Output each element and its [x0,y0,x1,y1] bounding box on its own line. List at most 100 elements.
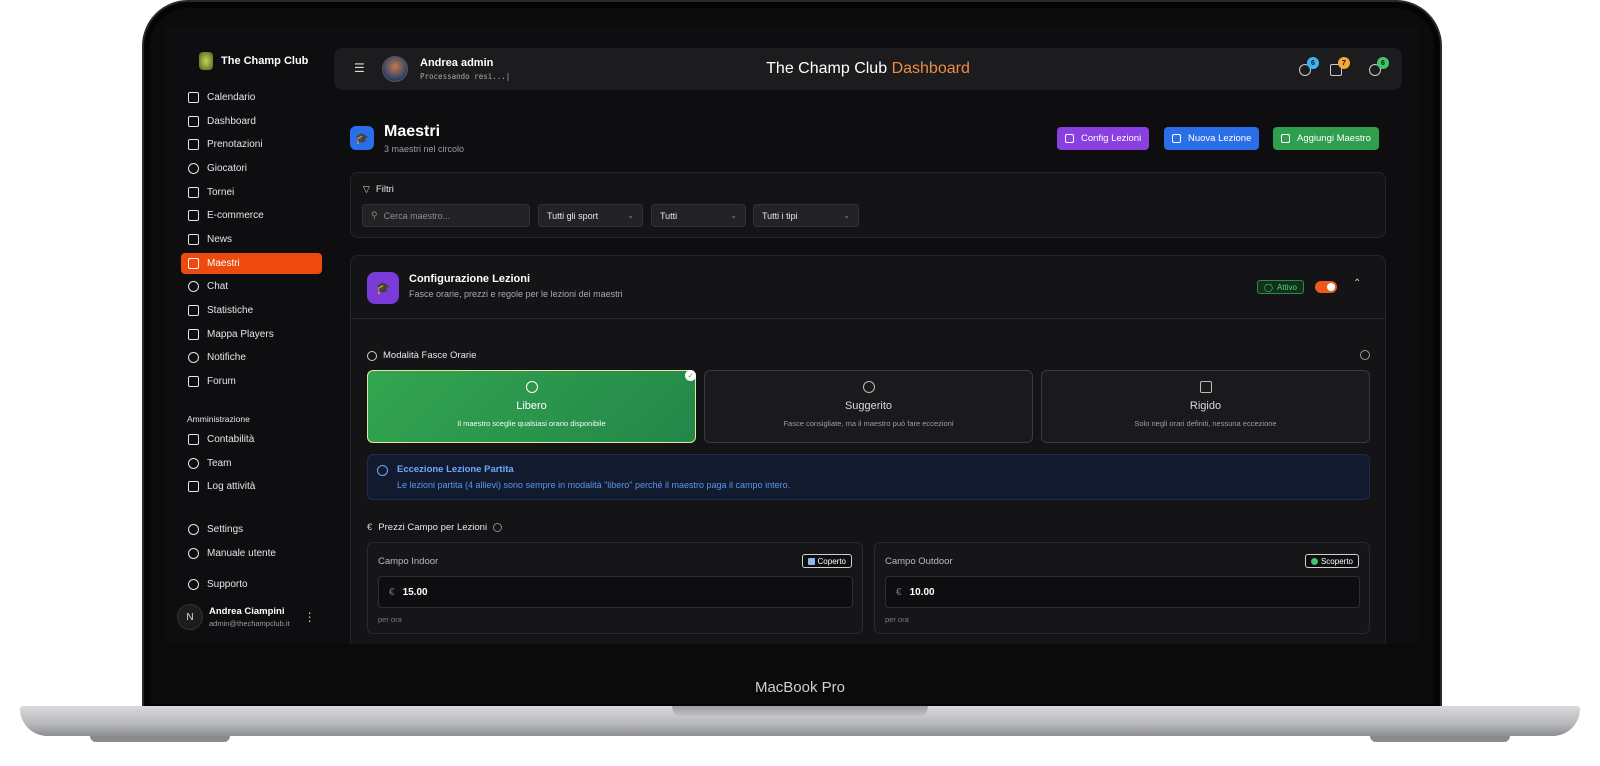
bulb-icon [862,381,875,393]
sidebar-item-giocatori[interactable]: Giocatori [181,158,322,179]
exception-text: Le lezioni partita (4 allievi) sono semp… [397,480,791,490]
tree-icon [1310,557,1318,565]
graduation-cap-icon: 🎓 [367,272,399,304]
user-email: admin@thechampclub.it [209,619,290,628]
lock-icon [1199,381,1212,393]
admin-section-label: Amministrazione [187,414,250,424]
device-label: MacBook Pro [754,679,846,696]
laptop-mockup: The Champ Club Calendario Dashboard Pren… [0,0,1600,766]
sidebar-item-team[interactable]: Team [181,453,322,474]
newspaper-icon [188,234,199,245]
cart-icon [188,210,199,221]
notification-badge: 7 [1338,57,1350,69]
page-title: The Champ Club Dashboard [766,60,970,77]
type-select[interactable]: Tutti i tipi ⌄ [753,204,859,227]
team-icon [188,458,199,469]
sidebar-item-log-attivita[interactable]: Log attività [181,476,322,497]
brand-logo[interactable]: The Champ Club [199,52,308,70]
search-icon: ⚲ [371,210,378,220]
club-logo-icon [199,52,213,70]
price-card-outdoor: Campo Outdoor Scoperto € 10.00 per ora [874,542,1370,634]
sidebar-item-ecommerce[interactable]: E-commerce [181,205,322,226]
sidebar-item-news[interactable]: News [181,229,322,250]
top-bar: ☰ Andrea admin Processando resi...| The … [334,48,1402,90]
laptop-notch [672,706,928,718]
earth-icon[interactable]: 6 [1369,57,1389,76]
outdoor-price-input[interactable]: € 10.00 [885,576,1360,608]
status-badge: ◯ Attivo [1257,280,1304,294]
book-icon [1172,134,1181,143]
brand-name: The Champ Club [221,55,309,67]
chevron-down-icon: ⌄ [627,211,634,220]
sidebar-item-maestri[interactable]: Maestri [181,253,322,274]
config-lezioni-button[interactable]: Config Lezioni [1057,127,1150,150]
sliders-icon [1065,134,1074,143]
globe-icon[interactable]: 6 [1299,57,1319,76]
sidebar-item-calendario[interactable]: Calendario [181,87,322,108]
prices-label: € Prezzi Campo per Lezioni [367,522,503,533]
gear-icon [188,524,199,535]
config-title: Configurazione Lezioni [409,273,530,285]
config-lezioni-card: 🎓 Configurazione Lezioni Fasce orarie, p… [350,255,1386,644]
calendar-check-icon [188,139,199,150]
chevron-down-icon: ⌄ [730,211,737,220]
more-vertical-icon[interactable]: ⋮ [304,610,316,624]
help-icon [188,548,199,559]
search-input[interactable]: ⚲ Cerca maestro... [362,204,530,227]
modes-label: Modalità Fasce Orarie [367,350,476,361]
nuova-lezione-button[interactable]: Nuova Lezione [1164,127,1260,150]
graduation-cap-icon [188,258,199,269]
check-circle-icon: ◯ [1264,282,1273,292]
info-icon [377,465,388,476]
mode-option-suggerito[interactable]: Suggerito Fasce consigliate, ma il maest… [704,370,1033,443]
section-title: Maestri [384,123,441,140]
coperto-tag: Coperto [801,554,852,568]
calendar-icon [188,92,199,103]
app-screen: The Champ Club Calendario Dashboard Pren… [165,26,1419,644]
exception-info-box: Eccezione Lezione Partita Le lezioni par… [367,454,1370,500]
sport-select[interactable]: Tutti gli sport ⌄ [538,204,643,227]
mode-option-libero[interactable]: Libero Il maestro sceglie qualsiasi orar… [367,370,696,443]
active-toggle[interactable] [1315,281,1337,293]
map-icon [188,329,199,340]
sidebar-item-dashboard[interactable]: Dashboard [181,111,322,132]
sidebar-item-contabilita[interactable]: Contabilità [181,429,322,450]
grid-icon [188,116,199,127]
ledger-icon [188,434,199,445]
title-accent: Dashboard [891,60,970,77]
sidebar-item-tornei[interactable]: Tornei [181,182,322,203]
sidebar-item-mappa-players[interactable]: Mappa Players [181,324,322,345]
sidebar-item-settings[interactable]: Settings [181,519,322,540]
info-icon[interactable] [1360,350,1370,360]
notification-badge: 6 [1307,57,1319,69]
sidebar-item-supporto[interactable]: Supporto [181,574,322,595]
mode-option-rigido[interactable]: Rigido Solo negli orari definiti, nessun… [1041,370,1370,443]
sidebar-item-manuale[interactable]: Manuale utente [181,543,322,564]
trophy-icon [188,187,199,198]
euro-icon: € [367,522,373,533]
config-subtitle: Fasce orarie, prezzi e regole per le lez… [409,289,623,299]
sidebar-item-notifiche[interactable]: Notifiche [181,347,322,368]
sidebar-item-prenotazioni[interactable]: Prenotazioni [181,134,322,155]
trend-icon[interactable]: 7 [1330,57,1350,76]
user-name: Andrea Ciampini [209,606,285,617]
sidebar-item-forum[interactable]: Forum [181,371,322,392]
indoor-price-input[interactable]: € 15.00 [378,576,853,608]
section-subtitle: 3 maestri nel circolo [384,144,465,154]
bar-chart-icon [188,305,199,316]
notification-badge: 6 [1377,57,1389,69]
info-icon[interactable] [493,523,503,532]
aggiungi-maestro-button[interactable]: Aggiungi Maestro [1273,127,1379,150]
forum-icon [188,376,199,387]
chevron-up-icon[interactable]: ⌃ [1353,278,1361,289]
chevron-down-icon: ⌄ [843,211,850,220]
bell-icon [188,352,199,363]
laptop-foot [1370,736,1510,742]
status-select[interactable]: Tutti ⌄ [651,204,746,227]
price-card-indoor: Campo Indoor Coperto € 15.00 per ora [367,542,863,634]
sidebar-item-statistiche[interactable]: Statistiche [181,300,322,321]
sidebar: The Champ Club Calendario Dashboard Pren… [165,26,333,644]
sidebar-item-chat[interactable]: Chat [181,276,322,297]
filters-card: ▽ Filtri ⚲ Cerca maestro... Tutti gli sp… [350,172,1386,238]
user-profile[interactable]: N Andrea Ciampini admin@thechampclub.it … [177,604,316,630]
